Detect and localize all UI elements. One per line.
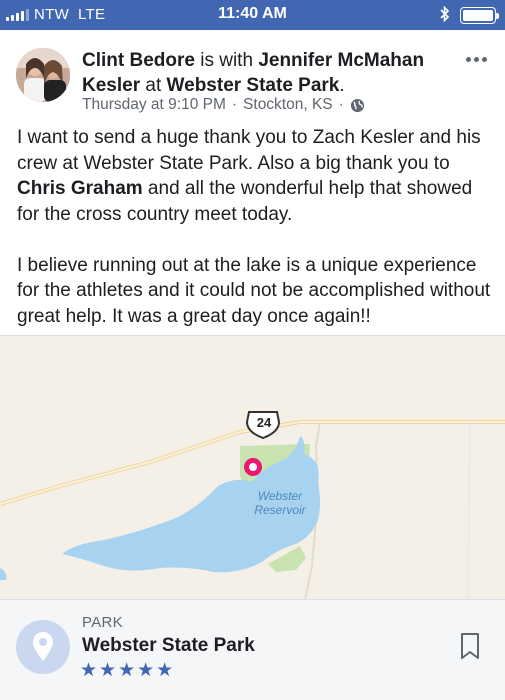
period-text: . xyxy=(339,75,345,96)
author-name-link[interactable]: Clint Bedore xyxy=(82,50,195,71)
highway-shield-label: 24 xyxy=(256,415,272,430)
place-link[interactable]: Webster State Park xyxy=(167,75,340,96)
post-body: I want to send a huge thank you to Zach … xyxy=(17,125,495,329)
post-header-text: Clint Bedore is with Jennifer McMahan Ke… xyxy=(82,48,452,98)
post-header: Clint Bedore is with Jennifer McMahan Ke… xyxy=(0,32,505,118)
post-timestamp[interactable]: Thursday at 9:10 PM xyxy=(82,96,226,114)
author-avatar[interactable] xyxy=(16,48,70,102)
battery-icon xyxy=(460,7,499,24)
location-pin-icon xyxy=(16,620,70,674)
meta-separator-2: · xyxy=(338,96,344,113)
place-card[interactable]: PARK Webster State Park ★★★★★ xyxy=(0,599,505,700)
meta-separator: · xyxy=(231,96,238,113)
place-name[interactable]: Webster State Park xyxy=(82,635,255,657)
map-graphic xyxy=(0,411,505,599)
post-meta: Thursday at 9:10 PM · Stockton, KS · xyxy=(82,96,365,114)
post-paragraph-1: I want to send a huge thank you to Zach … xyxy=(17,125,495,227)
status-bar: NTW LTE 11:40 AM xyxy=(0,0,505,30)
status-time: 11:40 AM xyxy=(218,5,287,22)
reservoir-label-line2: Reservoir xyxy=(254,503,306,517)
bluetooth-icon xyxy=(439,5,451,27)
more-options-icon[interactable] xyxy=(466,54,492,64)
place-type: PARK xyxy=(82,614,123,631)
globe-icon xyxy=(350,98,365,113)
reservoir-label-line1: Webster xyxy=(257,489,303,503)
with-text: is with xyxy=(200,50,254,71)
location-map[interactable]: 24 Webster Reservoir xyxy=(0,335,505,599)
para1-text-a: I want to send a huge thank you to Zach … xyxy=(17,127,481,174)
rating-stars: ★★★★★ xyxy=(80,660,176,681)
mention-link[interactable]: Chris Graham xyxy=(17,178,143,199)
reservoir-label: Webster Reservoir xyxy=(250,489,310,517)
post-paragraph-2: I believe running out at the lake is a u… xyxy=(17,254,491,327)
at-text: at xyxy=(145,75,162,96)
bookmark-icon[interactable] xyxy=(458,631,482,661)
post-location[interactable]: Stockton, KS xyxy=(243,96,333,114)
